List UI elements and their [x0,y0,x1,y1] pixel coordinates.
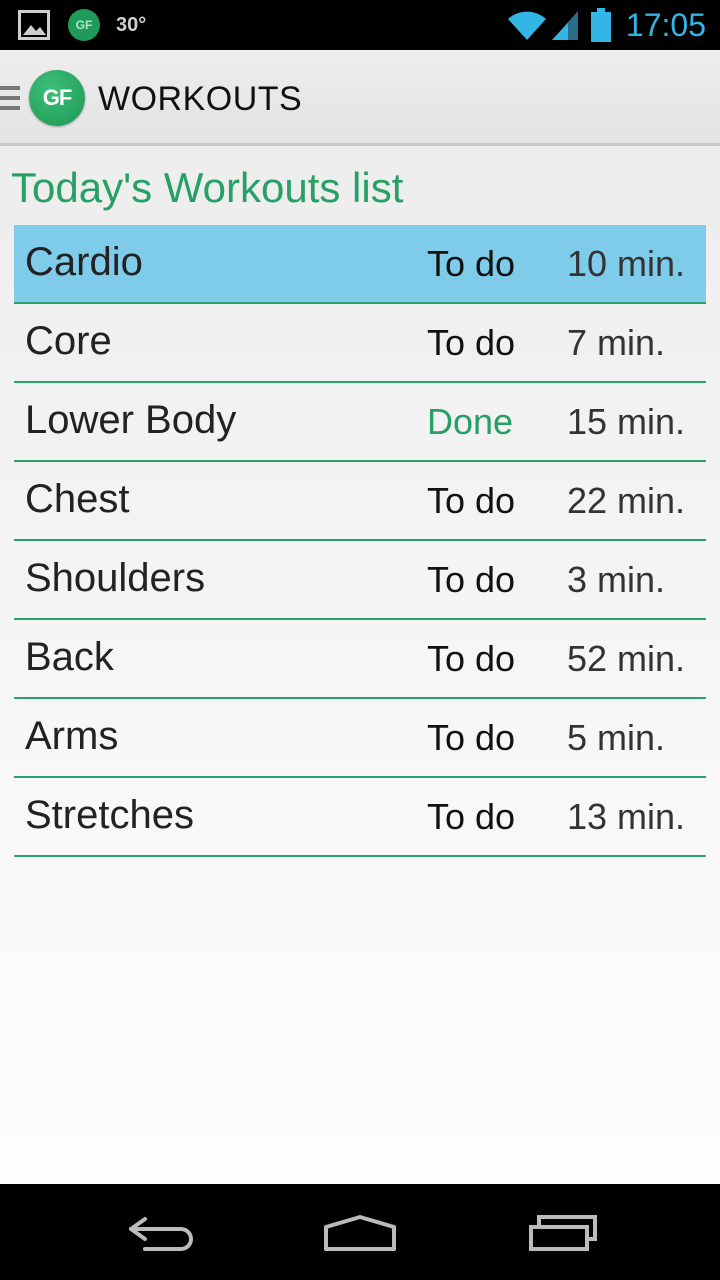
signal-icon [551,11,578,40]
workout-name: Shoulders [25,556,206,600]
app-notification-icon: GF [68,9,100,41]
workout-name: Chest [25,477,130,521]
workout-name: Core [25,319,112,363]
list-item[interactable]: Chest To do 22 min. [14,462,706,541]
workout-name: Arms [25,714,119,758]
back-button[interactable] [115,1208,205,1258]
workout-name: Lower Body [25,398,237,442]
list-item[interactable]: Stretches To do 13 min. [14,778,706,857]
workout-list: Cardio To do 10 min. Core To do 7 min. L… [14,225,706,857]
list-item[interactable]: Lower Body Done 15 min. [14,383,706,462]
workout-duration: 5 min. [567,717,666,758]
list-item[interactable]: Shoulders To do 3 min. [14,541,706,620]
workout-duration: 13 min. [567,796,686,837]
notification-app-abbrev: GF [75,18,93,32]
home-button[interactable] [315,1208,405,1258]
app-logo-text: GF [42,85,73,110]
workout-name: Stretches [25,793,194,837]
notification-area: GF 30° [18,8,146,42]
workout-status: To do [427,638,516,679]
workout-duration: 10 min. [567,243,686,284]
navigation-bar [0,1184,720,1280]
workout-duration: 52 min. [567,638,686,679]
temperature: 30° [116,13,147,36]
battery-icon [590,8,611,42]
action-bar: GF WORKOUTS [0,50,720,146]
workout-status: To do [427,559,516,600]
workout-duration: 15 min. [567,401,686,442]
workout-status: Done [427,401,514,442]
image-notification-icon [18,10,50,40]
workout-status: To do [427,717,516,758]
list-item[interactable]: Back To do 52 min. [14,620,706,699]
main-content: Today's Workouts list Cardio To do 10 mi… [0,146,720,1184]
wifi-icon [507,11,546,40]
page-title: WORKOUTS [98,80,303,118]
workout-duration: 22 min. [567,480,686,521]
workout-name: Cardio [25,240,143,284]
home-icon [324,1215,396,1251]
back-icon [129,1217,193,1251]
workout-duration: 7 min. [567,322,666,363]
list-item[interactable]: Cardio To do 10 min. [14,225,706,304]
app-logo-button[interactable]: GF [29,70,85,126]
drawer-menu-icon[interactable] [0,86,20,114]
system-indicators: 17:05 [506,6,706,44]
list-item[interactable]: Core To do 7 min. [14,304,706,383]
clock: 17:05 [625,6,706,43]
workout-status: To do [427,796,516,837]
workout-status: To do [427,243,516,284]
list-item[interactable]: Arms To do 5 min. [14,699,706,778]
workout-name: Back [25,635,114,679]
workout-status: To do [427,322,516,363]
recent-apps-icon [529,1215,597,1251]
status-bar: GF 30° 17:05 [0,0,720,50]
list-title: Today's Workouts list [11,164,404,211]
workout-status: To do [427,480,516,521]
workout-duration: 3 min. [567,559,666,600]
recent-apps-button[interactable] [518,1208,608,1258]
